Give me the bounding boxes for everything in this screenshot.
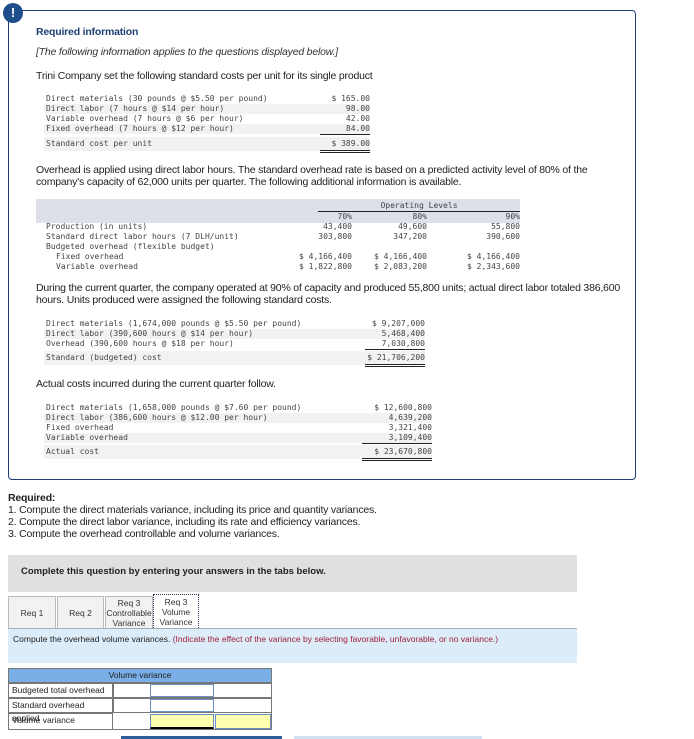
total-label: Standard (budgeted) cost (46, 353, 162, 362)
level-header: 80% (412, 212, 427, 221)
instruction-box: Compute the overhead volume variances. (… (8, 629, 577, 663)
row-label: Fixed overhead (7 hours @ $12 per hour) (46, 124, 234, 133)
required-item: 3. Compute the overhead controllable and… (8, 528, 280, 540)
row-label: Variable overhead (46, 433, 128, 442)
total-value: $ 23,670,800 (362, 447, 432, 461)
row-value: 84.00 (320, 124, 370, 135)
row-label: Direct labor (7 hours @ $14 per hour) (46, 104, 225, 113)
total-value: $ 389.00 (320, 139, 370, 153)
row-label: Direct materials (30 pounds @ $5.50 per … (46, 94, 268, 103)
row-value: 303,800 (318, 232, 352, 241)
operating-levels-header: Operating Levels (318, 201, 520, 212)
level-header: 70% (337, 212, 352, 221)
standard-overhead-applied-input[interactable] (150, 699, 214, 712)
row-value: $ 4,166,400 (374, 252, 427, 261)
row-value: 42.00 (345, 114, 370, 123)
row-label: Direct labor (386,600 hours @ $12.00 per… (46, 413, 268, 422)
alert-icon: ! (3, 3, 23, 23)
row-value: 4,639,200 (388, 413, 432, 422)
row-label: Direct materials (1,674,000 pounds @ $5.… (46, 319, 302, 328)
row-label: Overhead (390,600 hours @ $18 per hour) (46, 339, 234, 348)
row-value: 49,600 (398, 222, 427, 231)
row-label: Variable overhead (7 hours @ $6 per hour… (46, 114, 244, 123)
overhead-paragraph: Overhead is applied using direct labor h… (36, 164, 588, 188)
volume-variance-header: Volume variance (8, 668, 272, 683)
row-value (450, 242, 520, 252)
row-value: $ 4,166,400 (299, 252, 352, 261)
row-label: Volume variance (8, 713, 113, 730)
row-value: 3,109,400 (362, 433, 432, 444)
row-value: $ 2,343,600 (467, 262, 520, 271)
row-value: $ 4,166,400 (467, 252, 520, 261)
row-value: 43,400 (323, 222, 352, 231)
banner-text: Complete this question by entering your … (21, 566, 326, 577)
quarter-paragraph: During the current quarter, the company … (36, 282, 620, 306)
row-value: 347,200 (393, 232, 427, 241)
total-value: $ 21,706,200 (365, 353, 425, 367)
row-value: $ 12,600,800 (374, 403, 432, 412)
tab-req-1[interactable]: Req 1 (8, 596, 56, 630)
actual-paragraph: Actual costs incurred during the current… (36, 378, 276, 390)
info-note: [The following information applies to th… (36, 46, 338, 58)
variance-effect-select[interactable] (215, 714, 271, 729)
row-value: 3,321,400 (388, 423, 432, 432)
row-label: Standard direct labor hours (7 DLH/unit) (46, 232, 239, 241)
instruction-banner: Complete this question by entering your … (8, 555, 577, 592)
tab-req-3-controllable[interactable]: Req 3 Controllable Variance (105, 596, 153, 630)
row-value (282, 242, 352, 252)
row-value: $ 165.00 (331, 94, 370, 103)
instruction-hint: (Indicate the effect of the variance by … (172, 634, 499, 644)
row-value: $ 9,207,000 (372, 319, 425, 328)
row-label: Direct labor (390,600 hours @ $14 per ho… (46, 329, 254, 338)
row-value: $ 2,083,200 (374, 262, 427, 271)
tab-req-3-volume[interactable]: Req 3 Volume Variance (153, 594, 199, 630)
row-value: 5,468,400 (381, 329, 425, 338)
info-title: Required information (36, 26, 139, 38)
level-header: 90% (505, 212, 520, 221)
row-value: 98.00 (345, 104, 370, 113)
total-label: Standard cost per unit (46, 139, 152, 148)
intro-text: Trini Company set the following standard… (36, 70, 373, 82)
row-value: 55,800 (491, 222, 520, 231)
row-value: $ 1,822,800 (299, 262, 352, 271)
row-label: Standard overhead applied (8, 698, 113, 723)
row-value: 390,600 (486, 232, 520, 241)
budgeted-total-overhead-input[interactable] (150, 684, 214, 697)
row-label: Budgeted overhead (flexible budget) (46, 242, 215, 251)
row-label: Variable overhead (56, 262, 138, 271)
volume-variance-input[interactable] (150, 714, 214, 729)
row-label: Production (in units) (46, 222, 148, 231)
row-label: Fixed overhead (46, 423, 114, 432)
row-label: Fixed overhead (56, 252, 124, 261)
total-label: Actual cost (46, 447, 99, 456)
required-item: 1. Compute the direct materials variance… (8, 504, 377, 516)
row-value: 7,030,800 (365, 339, 425, 350)
required-item: 2. Compute the direct labor variance, in… (8, 516, 361, 528)
row-value (357, 242, 427, 252)
row-label: Budgeted total overhead (8, 683, 113, 698)
tab-req-2[interactable]: Req 2 (57, 596, 104, 630)
required-title: Required: (8, 492, 56, 504)
instruction-main: Compute the overhead volume variances. (13, 634, 171, 644)
row-label: Direct materials (1,658,000 pounds @ $7.… (46, 403, 302, 412)
